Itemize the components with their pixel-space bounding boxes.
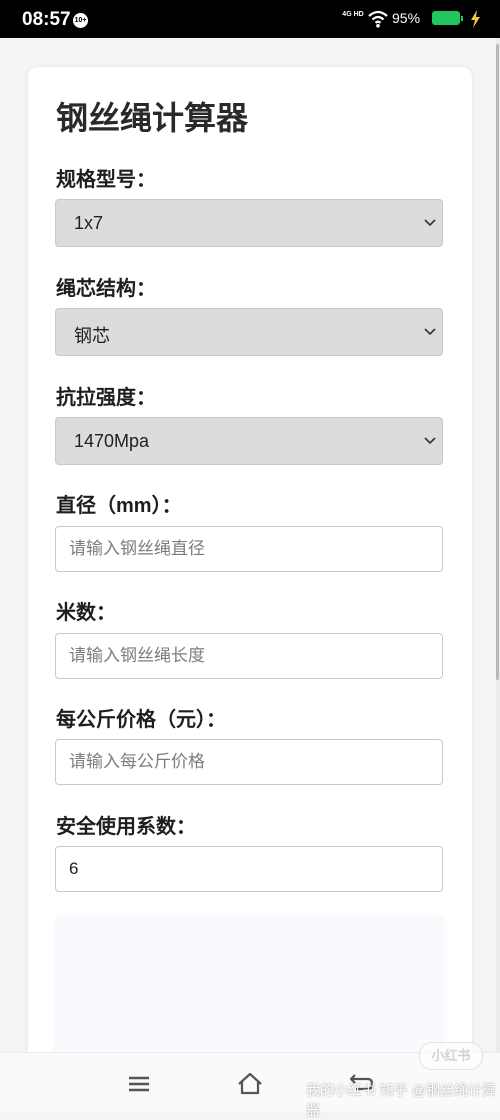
status-time: 08:57 bbox=[22, 9, 71, 30]
strength-select-value: 1470Mpa bbox=[74, 431, 150, 451]
network-label: 4G HD bbox=[342, 11, 364, 18]
result-panel bbox=[55, 915, 443, 1067]
strength-select[interactable]: 1470Mpa bbox=[55, 417, 443, 465]
watermark-text: 我的小红书 知乎 @钢丝绳计算器 bbox=[306, 1082, 496, 1118]
rednote-logo: 小红书 bbox=[419, 1042, 483, 1070]
spec-label: 规格型号： bbox=[56, 169, 156, 191]
core-label: 绳芯结构： bbox=[56, 278, 156, 300]
price-label: 每公斤价格（元）： bbox=[56, 709, 226, 731]
strength-label: 抗拉强度： bbox=[56, 387, 156, 409]
battery-icon bbox=[432, 11, 460, 25]
core-select-value: 钢芯 bbox=[74, 326, 110, 346]
calculator-card: 钢丝绳计算器 规格型号： 1x7 绳芯结构： 钢芯 抗拉强度： 1470Mpa … bbox=[28, 67, 472, 1067]
charging-icon bbox=[471, 10, 480, 28]
chevron-down-icon bbox=[424, 437, 436, 445]
battery-tip bbox=[461, 16, 463, 21]
page-title: 钢丝绳计算器 bbox=[56, 100, 249, 136]
length-input[interactable] bbox=[55, 633, 443, 679]
diameter-label: 直径（mm）： bbox=[56, 495, 182, 517]
menu-icon[interactable] bbox=[126, 1071, 152, 1097]
status-bar: 08:57 10+ 4G HD 95% bbox=[0, 0, 500, 38]
wifi-icon bbox=[368, 10, 388, 28]
chevron-down-icon bbox=[424, 328, 436, 336]
home-icon[interactable] bbox=[237, 1071, 263, 1097]
price-input[interactable] bbox=[55, 739, 443, 785]
battery-percentage: 95% bbox=[392, 10, 421, 26]
diameter-input[interactable] bbox=[55, 526, 443, 572]
chevron-down-icon bbox=[424, 219, 436, 227]
safety-label: 安全使用系数： bbox=[56, 816, 196, 838]
scrollbar-thumb[interactable] bbox=[496, 44, 499, 680]
core-select[interactable]: 钢芯 bbox=[55, 308, 443, 356]
safety-input[interactable] bbox=[55, 846, 443, 892]
length-label: 米数： bbox=[56, 602, 116, 624]
spec-select[interactable]: 1x7 bbox=[55, 199, 443, 247]
spec-select-value: 1x7 bbox=[74, 213, 104, 233]
status-indicators: 4G HD 95% bbox=[340, 9, 482, 31]
notification-badge: 10+ bbox=[73, 13, 88, 28]
